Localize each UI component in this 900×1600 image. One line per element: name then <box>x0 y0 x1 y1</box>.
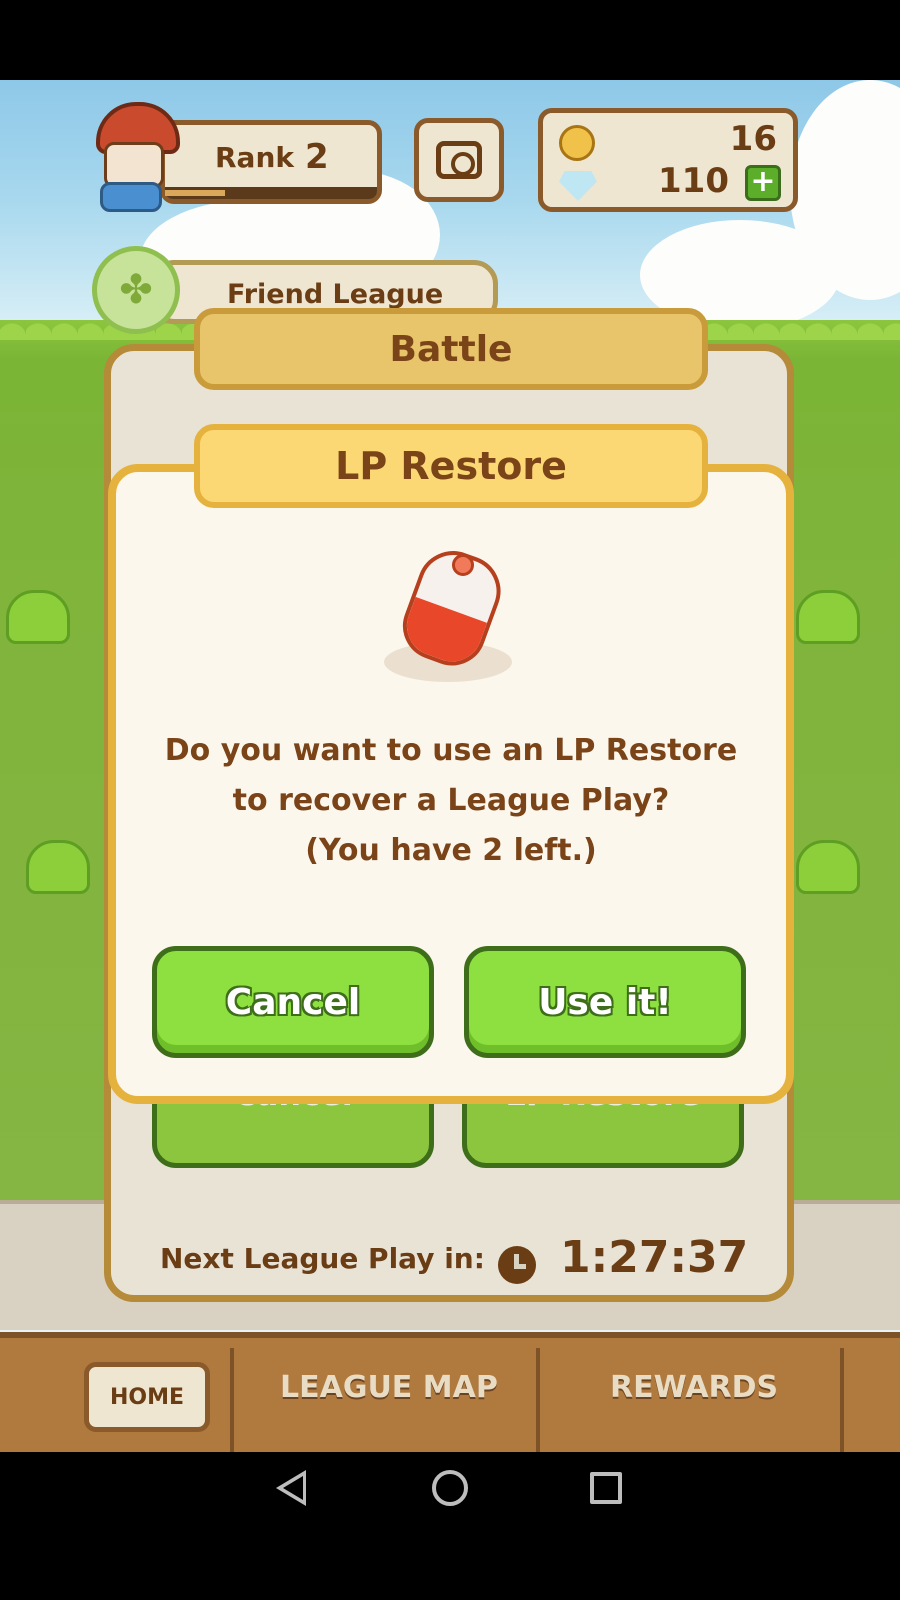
home-button[interactable]: HOME <box>84 1362 210 1432</box>
tab-rewards[interactable]: REWARDS <box>610 1370 778 1405</box>
player-avatar[interactable] <box>92 102 184 212</box>
gem-icon <box>559 171 597 201</box>
rank-label: Rank <box>215 141 295 174</box>
next-play-label: Next League Play in: <box>160 1242 485 1275</box>
potion-icon <box>384 541 514 682</box>
bush <box>26 840 90 894</box>
clock-icon <box>498 1246 536 1284</box>
gem-count: 110 <box>658 161 729 201</box>
bottom-nav: HOME LEAGUE MAP REWARDS <box>0 1332 900 1452</box>
status-bar <box>0 0 900 80</box>
rank-value: 2 <box>305 137 329 177</box>
next-play-timer: 1:27:37 <box>560 1232 749 1283</box>
home-circle-icon[interactable] <box>432 1470 468 1506</box>
dialog-message-line: (You have 2 left.) <box>305 833 597 868</box>
dialog-title: LP Restore <box>194 424 708 508</box>
bush <box>796 840 860 894</box>
tab-league-map[interactable]: LEAGUE MAP <box>280 1370 498 1405</box>
league-name: Friend League <box>227 279 444 310</box>
coin-count: 16 <box>729 119 777 159</box>
battle-title: Battle <box>194 308 708 390</box>
camera-icon <box>436 141 482 179</box>
camera-button[interactable] <box>414 118 504 202</box>
avatar-body <box>100 182 162 212</box>
rank-progress-bar <box>165 187 377 199</box>
dialog-message-line: Do you want to use an LP Restore <box>164 733 738 768</box>
system-nav-bar <box>0 1452 900 1600</box>
nav-divider <box>840 1348 844 1452</box>
bush <box>796 590 860 644</box>
nav-divider <box>230 1348 234 1452</box>
bush <box>6 590 70 644</box>
clover-icon: ✤ <box>92 246 180 334</box>
recent-apps-icon[interactable] <box>590 1472 622 1504</box>
potion-cap <box>452 554 474 576</box>
cancel-button[interactable]: Cancel <box>152 946 434 1058</box>
rank-box[interactable]: Rank 2 <box>160 120 382 204</box>
use-it-button[interactable]: Use it! <box>464 946 746 1058</box>
add-gems-button[interactable]: + <box>745 165 781 201</box>
dialog-message: Do you want to use an LP Restore to reco… <box>108 726 794 876</box>
coin-icon <box>559 125 595 161</box>
dialog-message-line: to recover a League Play? <box>232 783 670 818</box>
back-icon[interactable] <box>276 1470 306 1506</box>
nav-divider <box>536 1348 540 1452</box>
currency-box: 16 110 + <box>538 108 798 212</box>
